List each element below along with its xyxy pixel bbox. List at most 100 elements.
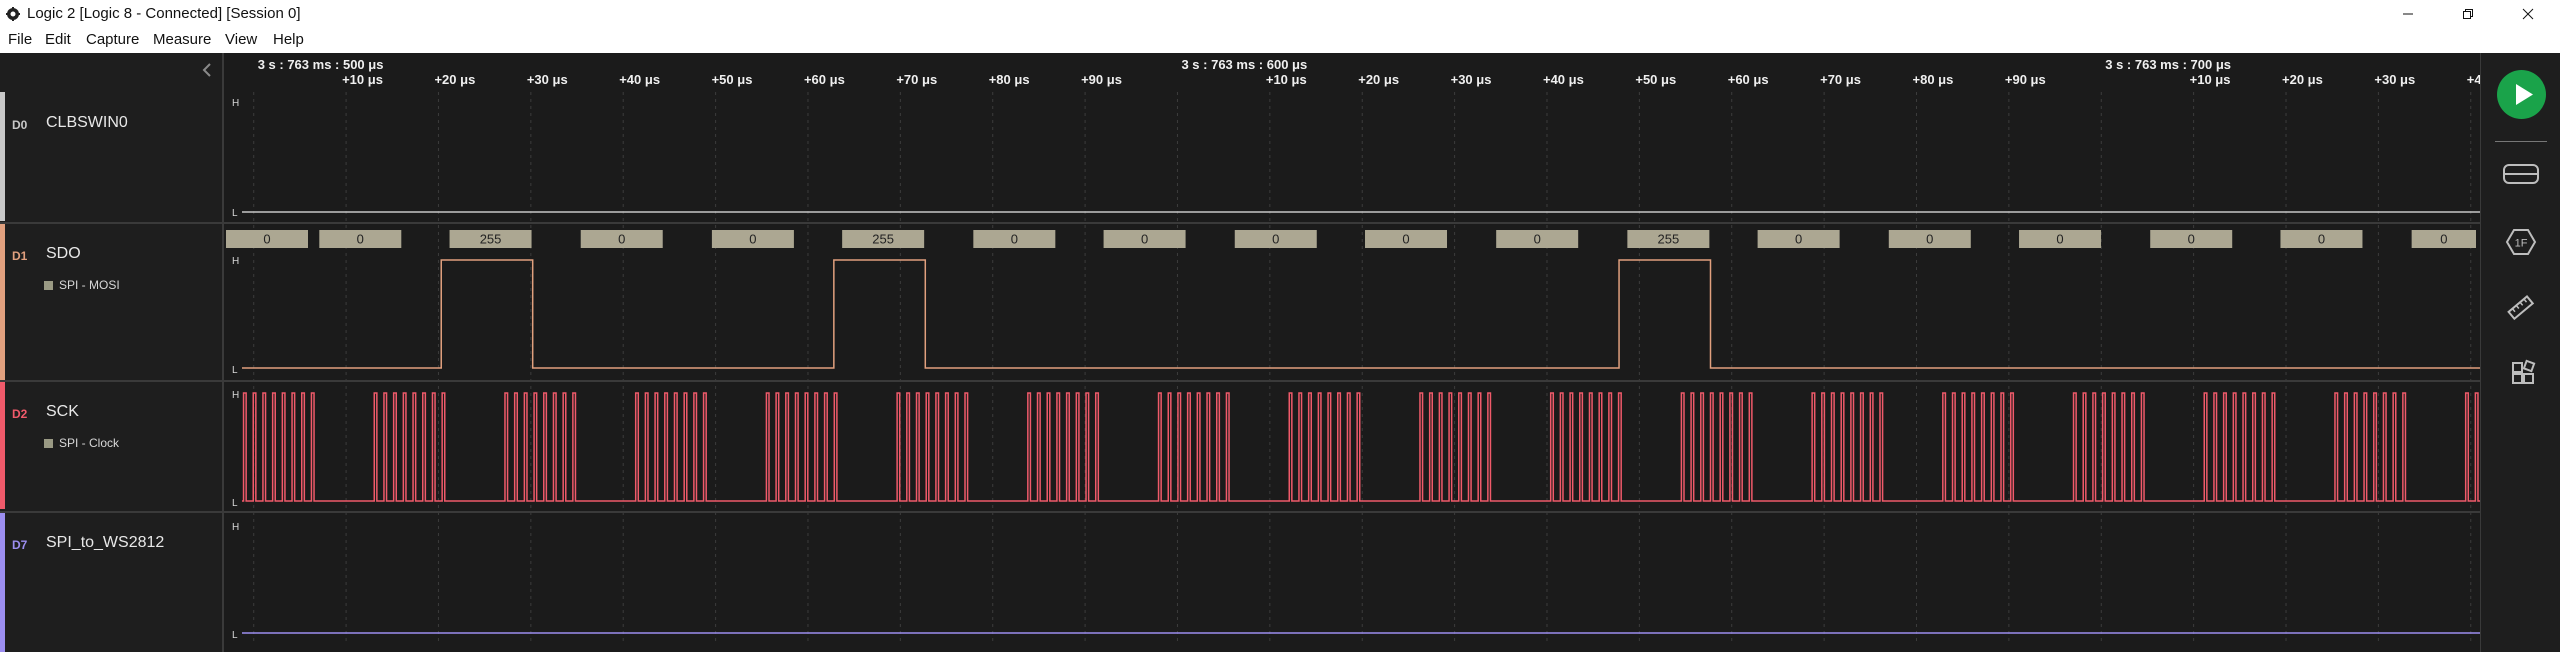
high-level-label: H [232, 98, 239, 109]
channel-color-bar [0, 223, 5, 380]
analyzer-swatch [44, 281, 53, 290]
high-level-label: H [232, 256, 239, 267]
channel-divider [0, 511, 2480, 513]
ruler-tick-label: +50 μs [1635, 72, 1677, 87]
decoded-byte-value: 0 [263, 232, 270, 247]
channel-name[interactable]: SCK [46, 403, 79, 421]
analyzer-label-clock[interactable]: SPI - Clock [44, 436, 119, 450]
ruler-tick-label: +20 μs [2282, 72, 2323, 87]
waveform-area[interactable]: H L H L H L H L 0 0 255 0 0 255 0 0 0 0 0 255 0 0 0 0 0 0 [226, 92, 2480, 642]
decoded-byte-value: 0 [1534, 232, 1541, 247]
window-title: Logic 2 [Logic 8 - Connected] [Session 0… [27, 5, 301, 22]
time-ruler[interactable]: 3 s : 763 ms : 500 μs 3 s : 763 ms : 600 … [226, 53, 2480, 92]
ruler-tick-label: +70 μs [896, 72, 938, 87]
channel-color-bar [0, 381, 5, 509]
channel-name[interactable]: SPI_to_WS2812 [46, 534, 164, 552]
ruler-tick-label: +30 μs [526, 72, 568, 87]
ruler-tick-label: +60 μs [803, 72, 845, 87]
analyzer-1f-icon[interactable]: 1F [2500, 227, 2542, 257]
ruler-major-label: 3 s : 763 ms : 600 μs [1181, 57, 1308, 72]
ruler-major-label: 3 s : 763 ms : 500 μs [257, 57, 384, 72]
channel-name[interactable]: CLBSWIN0 [46, 114, 128, 132]
close-button[interactable] [2500, 0, 2556, 28]
channel-divider [0, 222, 2480, 224]
play-icon [2516, 84, 2533, 105]
channel-divider [0, 380, 2480, 382]
channel-name[interactable]: SDO [46, 245, 81, 263]
d1-sdo-signal [242, 259, 2480, 369]
decoded-byte-value: 0 [2188, 232, 2195, 247]
toolbar-divider [2495, 141, 2547, 142]
horizontal-scrollbar[interactable] [226, 642, 2480, 652]
decoded-byte-value: 0 [357, 232, 364, 247]
close-icon [2522, 8, 2534, 20]
menu-help[interactable]: Help [273, 31, 304, 48]
low-level-label: L [232, 630, 238, 641]
app-logo-icon [6, 7, 20, 21]
decoded-byte-value: 0 [1926, 232, 1933, 247]
ruler-tick-label: +30 μs [2374, 72, 2416, 87]
channel-row-d1[interactable]: D1 SDO SPI - MOSI [0, 223, 222, 380]
analyzer-label-mosi[interactable]: SPI - MOSI [44, 278, 120, 292]
start-capture-button[interactable] [2497, 70, 2546, 119]
ruler-tick-label: +40 μs [619, 72, 661, 87]
channel-color-bar [0, 512, 5, 652]
menu-bar: File Edit Capture Measure View Help [0, 28, 2560, 53]
high-level-label: H [232, 390, 239, 401]
menu-file[interactable]: File [8, 31, 32, 48]
analyzers-icon[interactable] [2500, 159, 2542, 189]
decoded-byte-value: 0 [2318, 232, 2325, 247]
decoded-byte-value: 0 [1272, 232, 1279, 247]
channel-row-d7[interactable]: D7 SPI_to_WS2812 [0, 512, 222, 652]
menu-measure[interactable]: Measure [153, 31, 211, 48]
ruler-tick-label: +60 μs [1727, 72, 1769, 87]
channel-id: D7 [12, 538, 28, 552]
decoded-byte-value: 0 [618, 232, 625, 247]
ruler-tick-label: +50 μs [711, 72, 753, 87]
decoded-byte-value: 0 [749, 232, 756, 247]
analyzer-swatch [44, 439, 53, 448]
maximize-button[interactable] [2440, 0, 2496, 28]
decoded-byte-value: 0 [1141, 232, 1148, 247]
ruler-tick-label: +10 μs [2189, 72, 2231, 87]
menu-view[interactable]: View [225, 31, 257, 48]
ruler-major-label: 3 s : 763 ms : 700 μs [2105, 57, 2232, 72]
channel-row-d2[interactable]: D2 SCK SPI - Clock [0, 381, 222, 509]
minimize-button[interactable] [2380, 0, 2436, 28]
decoded-byte-value: 255 [1658, 232, 1680, 247]
ruler-tick-label: +40 μs [1542, 72, 1584, 87]
channel-id: D2 [12, 407, 28, 421]
title-bar: Logic 2 [Logic 8 - Connected] [Session 0… [0, 0, 2560, 28]
ruler-tick-label: +10 μs [342, 72, 383, 87]
analyzer-name: SPI - MOSI [59, 278, 120, 292]
decoded-byte-value: 0 [1795, 232, 1802, 247]
ruler-tick-label: +10 μs [1265, 72, 1307, 87]
high-level-label: H [232, 522, 239, 533]
channel-row-d0[interactable]: D0 CLBSWIN0 [0, 92, 222, 221]
ruler-tick-label: +20 μs [1358, 72, 1400, 87]
low-level-label: L [232, 365, 238, 376]
decoded-byte-value: 0 [2056, 232, 2063, 247]
ruler-tick-label: +70 μs [1820, 72, 1861, 87]
extensions-icon[interactable] [2500, 359, 2542, 389]
collapse-sidebar-chevron-icon[interactable] [198, 61, 216, 79]
measure-ruler-icon[interactable] [2500, 293, 2542, 323]
channel-id: D0 [12, 118, 28, 132]
menu-capture[interactable]: Capture [86, 31, 139, 48]
decoded-byte-value: 0 [1402, 232, 1409, 247]
low-level-label: L [232, 208, 238, 219]
d2-sck-signal [242, 392, 2480, 502]
svg-text:1F: 1F [2515, 238, 2528, 250]
ruler-tick-label: +90 μs [2004, 72, 2046, 87]
ruler-tick-label: +30 μs [1450, 72, 1492, 87]
menu-edit[interactable]: Edit [45, 31, 71, 48]
ruler-tick-label: +20 μs [434, 72, 476, 87]
decoded-byte-value: 255 [872, 232, 894, 247]
ruler-tick-label: +90 μs [1081, 72, 1122, 87]
ruler-tick-label: +80 μs [1912, 72, 1954, 87]
ruler-tick-label: +40 μs [2466, 72, 2480, 87]
decoded-byte-value: 0 [1011, 232, 1018, 247]
decoded-byte-value: 255 [480, 232, 502, 247]
minimize-icon [2403, 13, 2413, 15]
analyzer-name: SPI - Clock [59, 436, 120, 450]
